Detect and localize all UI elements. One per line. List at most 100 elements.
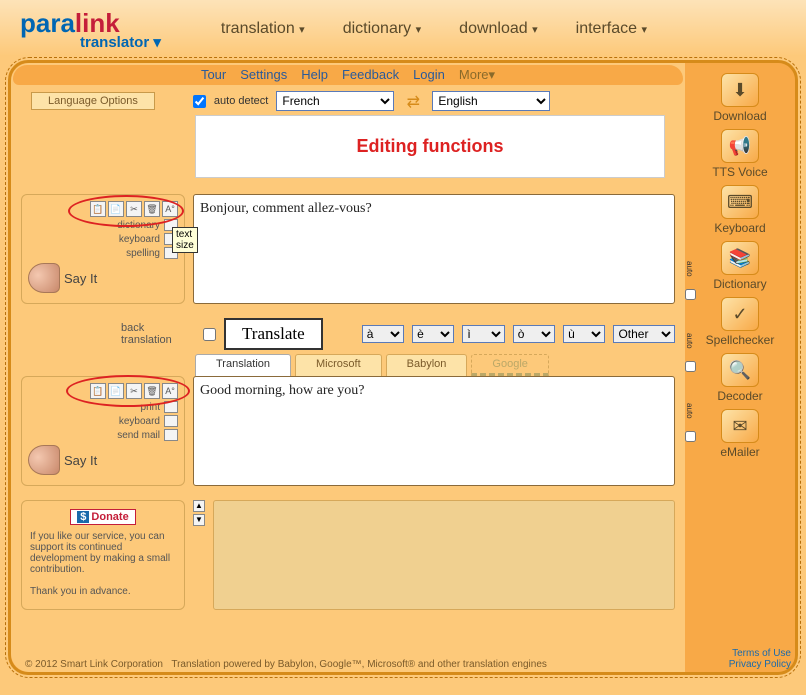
language-options-button[interactable]: Language Options (31, 92, 155, 110)
dictionary-auto-checkbox[interactable] (685, 361, 696, 372)
sidebar-spellchecker[interactable]: ✓Spellchecker (706, 297, 775, 347)
menu-settings[interactable]: Settings (240, 67, 287, 83)
cut-icon[interactable]: ✂ (126, 201, 142, 217)
history-arrows: ▲ ▼ (193, 500, 205, 610)
source-textarea[interactable]: Bonjour, comment allez-vous? (193, 194, 675, 304)
donate-row: $Donate If you like our service, you can… (21, 500, 675, 610)
clear-icon[interactable]: 🗑 (144, 201, 160, 217)
annotation-text: Editing functions (357, 136, 504, 156)
accent-e-select[interactable]: è (412, 325, 454, 343)
privacy-link[interactable]: Privacy Policy (729, 659, 791, 670)
auto-label: auto (685, 403, 694, 419)
history-down-icon[interactable]: ▼ (193, 514, 205, 526)
mail-icon: ✉ (721, 409, 759, 443)
powered-by: Translation powered by Babylon, Google™,… (171, 659, 547, 670)
paste-icon[interactable]: 📄 (108, 383, 124, 399)
sidebar-decoder[interactable]: 🔍Decoder (717, 353, 762, 403)
autodetect-checkbox[interactable] (193, 95, 206, 108)
right-sidebar: ⬇Download 📢TTS Voice ⌨Keyboard auto 📚Dic… (685, 63, 795, 672)
sidebar-download[interactable]: ⬇Download (713, 73, 766, 123)
left-column: Tour Settings Help Feedback Login More▾ … (11, 63, 685, 672)
chevron-down-icon[interactable]: ▾ (153, 34, 161, 51)
cut-icon[interactable]: ✂ (126, 383, 142, 399)
autodetect-label: auto detect (214, 95, 268, 107)
right-footer: Terms of Use Privacy Policy (729, 648, 791, 670)
spelling-row: spelling (28, 247, 178, 259)
tts-icon: 📢 (721, 129, 759, 163)
topnav-translation[interactable]: translation ▾ (221, 20, 305, 38)
menu-more[interactable]: More▾ (459, 67, 495, 83)
tab-google[interactable]: Google (471, 354, 548, 376)
spellcheck-icon: ✓ (721, 297, 759, 331)
download-icon: ⬇ (721, 73, 759, 107)
translate-button[interactable]: Translate (224, 318, 323, 350)
clear-icon[interactable]: 🗑 (144, 383, 160, 399)
logo-sub: translator ▾ (80, 33, 161, 51)
source-panel-row: 📋 📄 ✂ 🗑 A° text size dictionary keyboard… (21, 194, 675, 304)
dictionary-icon: 📚 (721, 241, 759, 275)
copy-icon[interactable]: 📋 (90, 383, 106, 399)
terms-link[interactable]: Terms of Use (729, 648, 791, 659)
sidebar-keyboard[interactable]: ⌨Keyboard (714, 185, 765, 235)
sidebar-emailer[interactable]: ✉eMailer (720, 409, 759, 459)
source-language-select[interactable]: French (276, 91, 394, 111)
mail-icon[interactable] (164, 429, 178, 441)
sayit-source[interactable]: Say It (28, 263, 178, 293)
target-language-select[interactable]: English (432, 91, 550, 111)
menu-login[interactable]: Login (413, 67, 445, 83)
top-header: paralink translator ▾ translation ▾ dict… (0, 0, 806, 56)
keyboard-row: keyboard (28, 415, 178, 427)
spellchecker-auto-checkbox[interactable] (685, 431, 696, 442)
accent-other-select[interactable]: Other (613, 325, 675, 343)
decoder-icon: 🔍 (721, 353, 759, 387)
topnav-dictionary[interactable]: dictionary ▾ (343, 20, 421, 38)
menu-help[interactable]: Help (301, 67, 328, 83)
sayit-target[interactable]: Say It (28, 445, 178, 475)
textsize-icon[interactable]: A° (162, 201, 178, 217)
auto-label: auto (685, 333, 694, 349)
chevron-down-icon: ▾ (532, 24, 538, 36)
accent-o-select[interactable]: ò (513, 325, 555, 343)
topnav-interface[interactable]: interface ▾ (576, 20, 647, 38)
auto-label: auto (685, 261, 694, 277)
paste-icon[interactable]: 📄 (108, 201, 124, 217)
menu-feedback[interactable]: Feedback (342, 67, 399, 83)
logo-para: para (20, 8, 75, 38)
history-up-icon[interactable]: ▲ (193, 500, 205, 512)
print-row: print (28, 401, 178, 413)
accent-i-select[interactable]: ì (462, 325, 504, 343)
menu-bar: Tour Settings Help Feedback Login More▾ (13, 65, 683, 85)
textsize-icon[interactable]: A° (162, 383, 178, 399)
menu-tour[interactable]: Tour (201, 67, 226, 83)
copy-icon[interactable]: 📋 (90, 201, 106, 217)
footer: © 2012 Smart Link Corporation Translatio… (25, 659, 671, 670)
donate-body: If you like our service, you can support… (30, 531, 176, 575)
sendmail-row: send mail (28, 429, 178, 441)
tab-microsoft[interactable]: Microsoft (295, 354, 382, 376)
accent-u-select[interactable]: ù (563, 325, 605, 343)
source-tools-panel: 📋 📄 ✂ 🗑 A° text size dictionary keyboard… (21, 194, 185, 304)
dollar-icon: $ (77, 511, 89, 523)
accent-a-select[interactable]: à (362, 325, 404, 343)
print-icon[interactable] (164, 401, 178, 413)
keyboard-row: keyboard (28, 233, 178, 245)
donate-panel: $Donate If you like our service, you can… (21, 500, 185, 610)
back-translation-checkbox[interactable] (203, 328, 216, 341)
megaphone-icon (28, 445, 60, 475)
language-row: Language Options auto detect French ⇄ En… (21, 91, 675, 111)
tab-babylon[interactable]: Babylon (386, 354, 468, 376)
target-toolbar: 📋 📄 ✂ 🗑 A° (28, 383, 178, 399)
swap-languages-icon[interactable]: ⇄ (402, 92, 424, 110)
keyboard-auto-checkbox[interactable] (685, 289, 696, 300)
sidebar-tts[interactable]: 📢TTS Voice (712, 129, 767, 179)
chevron-down-icon: ▾ (416, 24, 422, 36)
top-nav: translation ▾ dictionary ▾ download ▾ in… (221, 20, 647, 38)
topnav-download[interactable]: download ▾ (459, 20, 537, 38)
target-tools-panel: 📋 📄 ✂ 🗑 A° print keyboard send mail Say … (21, 376, 185, 486)
donate-button[interactable]: $Donate (70, 509, 135, 525)
main-container: Tour Settings Help Feedback Login More▾ … (8, 60, 798, 675)
tab-translation[interactable]: Translation (195, 354, 291, 376)
keyboard-icon[interactable] (164, 415, 178, 427)
sidebar-dictionary[interactable]: 📚Dictionary (713, 241, 766, 291)
target-textarea[interactable]: Good morning, how are you? (193, 376, 675, 486)
